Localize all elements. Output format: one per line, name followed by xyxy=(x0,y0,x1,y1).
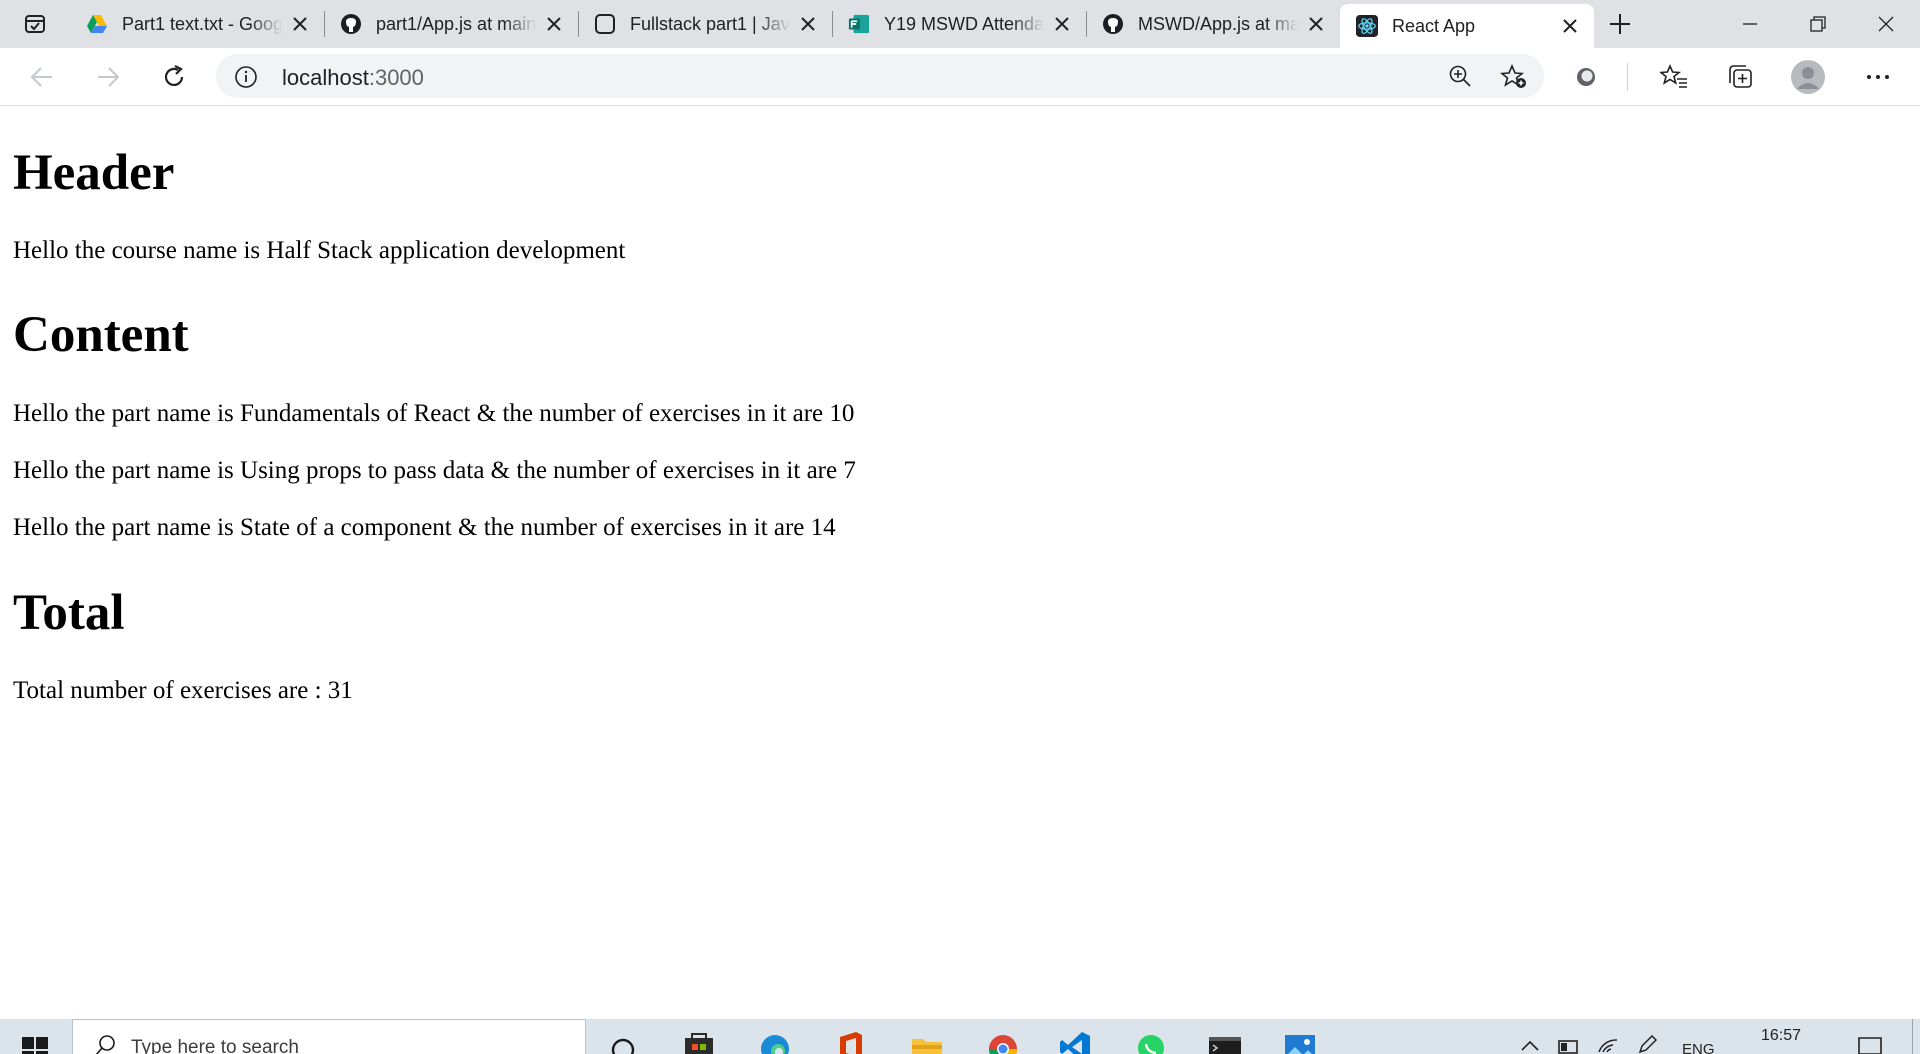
site-info-icon[interactable] xyxy=(234,65,258,94)
react-icon xyxy=(1356,15,1378,37)
minimize-icon xyxy=(1743,23,1757,25)
extension-button[interactable] xyxy=(1566,57,1606,97)
tab-actions-button[interactable] xyxy=(0,0,70,48)
page-content: Header Hello the course name is Half Sta… xyxy=(0,107,1920,1019)
zoom-icon[interactable] xyxy=(1448,64,1472,93)
tab-title: Fullstack part1 | JavaScript xyxy=(630,13,790,34)
forward-button[interactable] xyxy=(88,57,128,97)
extension-icon xyxy=(1577,68,1595,86)
close-tab-icon[interactable] xyxy=(1306,14,1326,34)
wifi-icon[interactable] xyxy=(1597,1036,1619,1054)
close-tab-icon[interactable] xyxy=(1052,14,1072,34)
restore-button[interactable] xyxy=(1784,0,1852,48)
favorites-button[interactable] xyxy=(1654,57,1694,97)
battery-icon[interactable] xyxy=(1558,1040,1580,1054)
search-icon xyxy=(95,1034,117,1054)
tab-title: React App xyxy=(1392,15,1476,36)
office-icon[interactable] xyxy=(834,1029,868,1054)
minimize-button[interactable] xyxy=(1716,0,1784,48)
favorites-list-icon xyxy=(1660,64,1687,88)
tab-title: MSWD/App.js at main xyxy=(1138,13,1298,34)
microsoft-store-icon[interactable] xyxy=(682,1029,716,1054)
collections-icon xyxy=(1729,65,1752,88)
notifications-icon[interactable] xyxy=(1858,1037,1882,1054)
refresh-icon xyxy=(164,65,184,86)
address-bar[interactable]: localhost:3000 xyxy=(216,54,1544,98)
whatsapp-icon[interactable] xyxy=(1134,1029,1168,1054)
avatar xyxy=(1791,60,1825,94)
tab-title: Part1 text.txt - Google Drive xyxy=(122,13,282,34)
close-tab-icon[interactable] xyxy=(544,14,564,34)
add-favorite-icon[interactable] xyxy=(1499,63,1528,95)
taskbar-search-box[interactable]: Type here to search xyxy=(72,1019,586,1054)
edge-browser-icon[interactable] xyxy=(758,1029,792,1054)
windows-start-icon[interactable] xyxy=(22,1037,48,1054)
tab-github-mswd[interactable]: MSWD/App.js at main xyxy=(1086,0,1340,48)
show-desktop-button[interactable] xyxy=(1912,1019,1913,1054)
tab-title: Y19 MSWD Attendance xyxy=(884,13,1044,34)
close-tab-icon[interactable] xyxy=(1560,16,1580,36)
refresh-button[interactable] xyxy=(154,57,194,97)
course-text: Hello the course name is Half Stack appl… xyxy=(13,237,626,264)
tab-fullstack-part1[interactable]: Fullstack part1 | JavaScript xyxy=(578,0,832,48)
chrome-icon[interactable] xyxy=(986,1029,1020,1054)
cortana-icon[interactable] xyxy=(606,1029,640,1054)
back-arrow-icon xyxy=(30,67,52,87)
toolbar-divider xyxy=(1627,63,1628,91)
search-placeholder: Type here to search xyxy=(131,1037,299,1054)
show-hidden-icons-icon[interactable] xyxy=(1520,1038,1540,1054)
blank-page-icon xyxy=(594,13,616,35)
forward-arrow-icon xyxy=(98,67,120,87)
close-tab-icon[interactable] xyxy=(798,14,818,34)
restore-icon xyxy=(1810,16,1826,32)
taskbar: Type here to search ENG 16:57 xyxy=(0,1019,1920,1054)
close-icon xyxy=(1878,16,1894,32)
tab-google-drive[interactable]: Part1 text.txt - Google Drive xyxy=(70,0,324,48)
address-toolbar: localhost:3000 xyxy=(0,48,1920,106)
settings-more-button[interactable] xyxy=(1858,57,1898,97)
microsoft-forms-icon xyxy=(848,13,870,35)
close-window-button[interactable] xyxy=(1852,0,1920,48)
part-text: Hello the part name is Fundamentals of R… xyxy=(13,400,855,427)
total-text: Total number of exercises are : 31 xyxy=(13,677,353,704)
language-indicator[interactable]: ENG xyxy=(1682,1041,1715,1054)
total-heading: Total xyxy=(13,585,125,641)
vscode-icon[interactable] xyxy=(1058,1029,1092,1054)
url-text[interactable]: localhost:3000 xyxy=(282,65,424,91)
tab-github-part1[interactable]: part1/App.js at main xyxy=(324,0,578,48)
file-explorer-icon[interactable] xyxy=(910,1029,944,1054)
close-tab-icon[interactable] xyxy=(290,14,310,34)
github-icon xyxy=(340,13,362,35)
content-heading: Content xyxy=(13,307,189,363)
tab-react-app[interactable]: React App xyxy=(1340,4,1594,48)
collections-button[interactable] xyxy=(1720,57,1760,97)
photos-icon[interactable] xyxy=(1283,1029,1317,1054)
tab-strip: Part1 text.txt - Google Drive part1/App.… xyxy=(0,0,1920,48)
new-tab-button[interactable] xyxy=(1594,0,1646,48)
tab-mswd-attendance[interactable]: Y19 MSWD Attendance xyxy=(832,0,1086,48)
header-heading: Header xyxy=(13,145,175,201)
terminal-icon[interactable] xyxy=(1208,1029,1242,1054)
plus-icon xyxy=(1610,14,1630,34)
tab-title: part1/App.js at main xyxy=(376,13,536,34)
back-button[interactable] xyxy=(22,57,62,97)
pen-icon[interactable] xyxy=(1637,1034,1659,1054)
github-icon xyxy=(1102,13,1124,35)
google-drive-icon xyxy=(86,13,108,35)
tab-actions-icon xyxy=(25,15,45,33)
part-text: Hello the part name is State of a compon… xyxy=(13,514,836,541)
more-icon xyxy=(1867,75,1889,79)
profile-button[interactable] xyxy=(1788,57,1828,97)
part-text: Hello the part name is Using props to pa… xyxy=(13,457,856,484)
clock-time[interactable]: 16:57 xyxy=(1761,1027,1801,1045)
window-controls xyxy=(1716,0,1920,48)
